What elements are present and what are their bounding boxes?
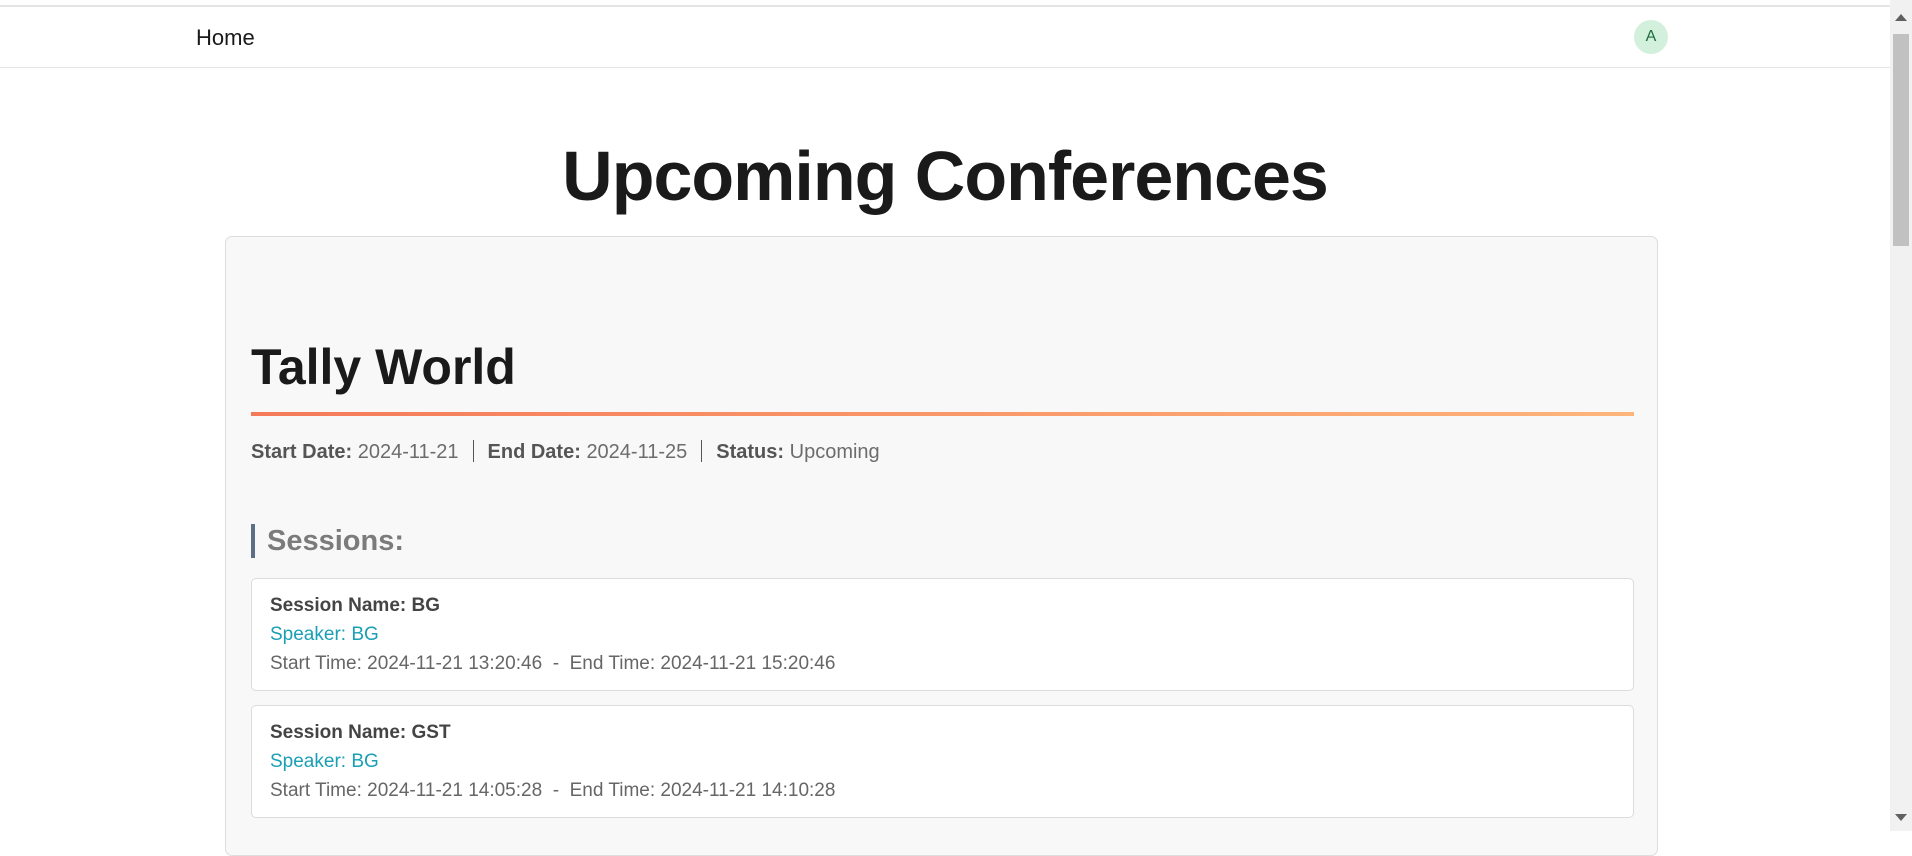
session-time: Start Time: 2024-11-21 14:05:28 - End Ti…: [270, 780, 836, 801]
session-name: Session Name: GST: [270, 722, 451, 743]
conference-name: Tally World: [251, 339, 516, 395]
conference-card: Tally World Start Date: 2024-11-21 End Da…: [225, 236, 1658, 856]
session-card: Session Name: GST Speaker: BG Start Time…: [251, 705, 1634, 818]
status-label: Status:: [716, 441, 785, 463]
session-speaker: Speaker: BG: [270, 624, 379, 645]
navbar: Home A: [0, 7, 1890, 68]
scroll-down-arrow-icon[interactable]: [1895, 814, 1907, 821]
meta-separator: [701, 440, 703, 462]
session-speaker: Speaker: BG: [270, 751, 379, 772]
session-time: Start Time: 2024-11-21 13:20:46 - End Ti…: [270, 653, 836, 674]
meta-separator: [472, 440, 474, 462]
end-date-value: 2024-11-25: [586, 441, 688, 463]
start-date-label: Start Date:: [251, 441, 353, 463]
session-card: Session Name: BG Speaker: BG Start Time:…: [251, 578, 1634, 691]
scroll-up-arrow-icon[interactable]: [1895, 14, 1907, 21]
start-date-value: 2024-11-21: [357, 441, 459, 463]
end-date-label: End Date:: [487, 441, 581, 463]
page-title: Upcoming Conferences: [562, 137, 1329, 215]
scrollbar-thumb[interactable]: [1893, 34, 1909, 246]
nav-home-link[interactable]: Home: [196, 25, 255, 51]
status-value: Upcoming: [789, 441, 880, 463]
vertical-scrollbar[interactable]: [1890, 0, 1912, 831]
conference-meta: Start Date: 2024-11-21 End Date: 2024-11-…: [251, 440, 880, 464]
window-top-border: [0, 0, 1890, 7]
sessions-heading: Sessions:: [251, 524, 404, 558]
user-avatar[interactable]: A: [1634, 20, 1668, 54]
session-name: Session Name: BG: [270, 595, 440, 616]
conference-divider: [251, 412, 1634, 416]
